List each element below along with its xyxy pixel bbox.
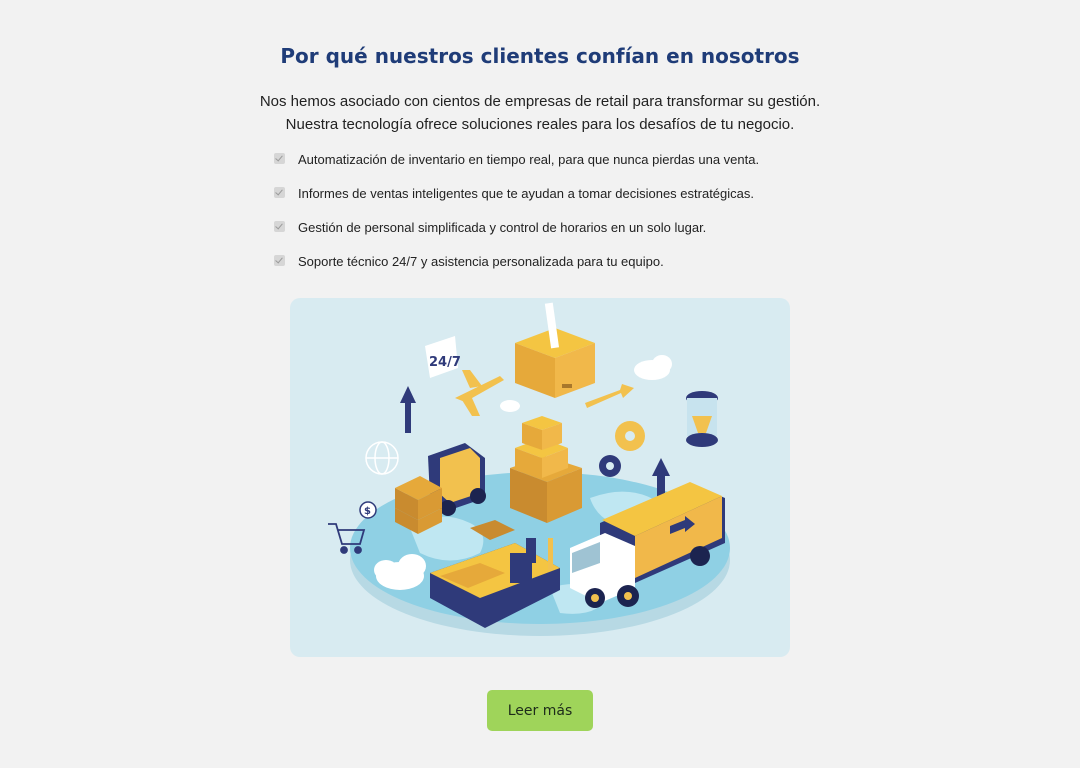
box-stack-icon: [510, 416, 582, 523]
cloud-icon: [500, 400, 520, 412]
open-box-icon: [515, 302, 595, 398]
tape-roll-icon: [599, 421, 645, 477]
logistics-illustration-svg: 24/7 $: [328, 302, 730, 636]
feature-text: Informes de ventas inteligentes que te a…: [298, 186, 754, 201]
support-badge-icon: 24/7: [425, 336, 461, 378]
section-title: Por qué nuestros clientes confían en nos…: [280, 44, 800, 68]
coin-icon: $: [359, 501, 377, 519]
feature-item: Soporte técnico 24/7 y asistencia person…: [272, 250, 832, 284]
globe-wire-icon: [365, 441, 399, 475]
feature-text: Soporte técnico 24/7 y asistencia person…: [298, 254, 664, 269]
hourglass-icon: [686, 391, 718, 447]
feature-text: Automatización de inventario en tiempo r…: [298, 152, 760, 167]
logistics-illustration: 24/7 $: [290, 298, 790, 657]
checkbox-icon: [274, 187, 285, 198]
feature-item: Gestión de personal simplificada y contr…: [272, 216, 832, 250]
feature-item: Informes de ventas inteligentes que te a…: [272, 182, 832, 216]
cloud-icon: [634, 355, 672, 380]
page: Por qué nuestros clientes confían en nos…: [0, 0, 1080, 768]
pallet-stack: [395, 476, 442, 534]
intro-line-1: Nos hemos asociado con cientos de empres…: [259, 93, 821, 110]
feature-list: Automatización de inventario en tiempo r…: [272, 148, 832, 284]
feature-item: Automatización de inventario en tiempo r…: [272, 148, 832, 182]
coin-symbol: $: [364, 506, 371, 517]
feature-text: Gestión de personal simplificada y contr…: [298, 220, 707, 235]
read-more-button[interactable]: Leer más: [487, 690, 593, 731]
checkbox-icon: [274, 221, 285, 232]
arrow-up-icon: [400, 386, 416, 433]
arrow-right-icon: [585, 384, 634, 408]
intro-line-2: Nuestra tecnología ofrece soluciones rea…: [285, 116, 795, 133]
support-badge-text: 24/7: [429, 355, 461, 370]
intro-text: Nos hemos asociado con cientos de empres…: [0, 90, 1080, 136]
airplane-icon: [455, 370, 504, 416]
checkbox-icon: [274, 153, 285, 164]
checkbox-icon: [274, 255, 285, 266]
